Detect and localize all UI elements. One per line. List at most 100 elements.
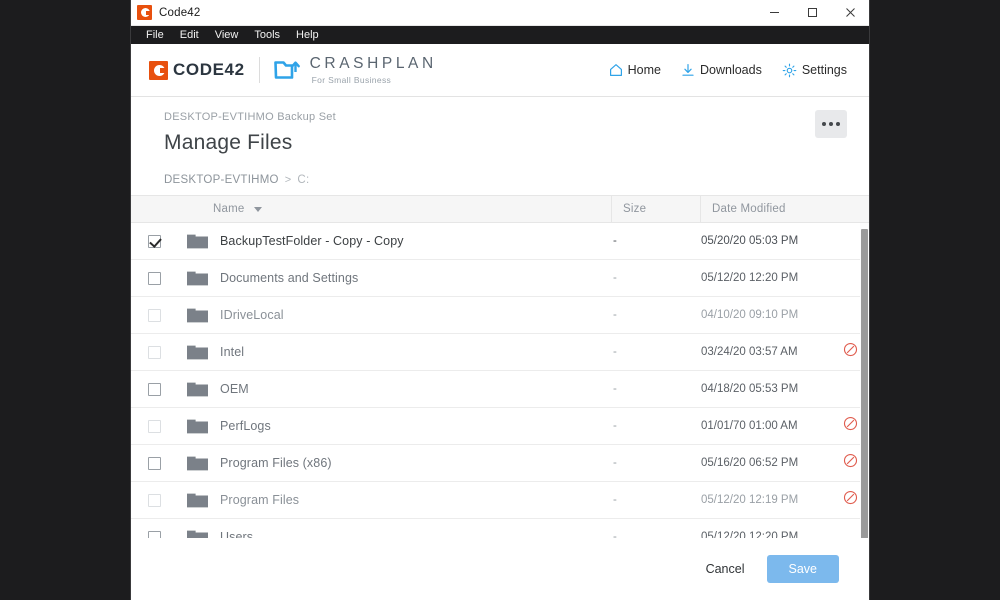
table-row[interactable]: Intel - 03/24/20 03:57 AM [131,334,869,371]
menu-item-tools[interactable]: Tools [247,27,287,43]
blocked-circle-icon [843,453,858,473]
nav-link-settings-label: Settings [801,63,847,77]
row-checkbox[interactable] [147,419,161,433]
caret-down-icon [254,206,263,212]
application-window: Code42 File Edit View Tools Help CODE42 [130,0,870,600]
row-date-cell: 01/01/70 01:00 AM [701,420,798,432]
save-button[interactable]: Save [766,555,839,583]
minimize-button[interactable] [755,0,793,26]
row-date-cell: 03/24/20 03:57 AM [701,346,798,358]
more-horizontal-icon [822,122,826,126]
row-name-label: Program Files [220,493,300,507]
row-checkbox[interactable] [147,308,161,322]
folder-icon [187,418,208,434]
table-header-row: Name Size Date Modified [131,195,869,223]
row-checkbox-cell [131,308,177,322]
column-header-name-label: Name [213,203,245,215]
row-size-cell: - [613,494,617,506]
row-name-cell[interactable]: Program Files (x86) [177,455,613,471]
row-name-cell[interactable]: IDriveLocal [177,307,613,323]
folder-icon [187,455,208,471]
row-name-cell[interactable]: Intel [177,344,613,360]
folder-icon [187,529,208,538]
brand-divider [258,57,260,83]
row-name-cell[interactable]: Program Files [177,492,613,508]
row-checkbox[interactable] [147,382,161,396]
row-date-cell: 05/20/20 05:03 PM [701,235,799,247]
nav-link-home[interactable]: Home [609,63,661,77]
row-date-cell: 05/12/20 12:20 PM [701,531,799,538]
row-date-cell: 04/18/20 05:53 PM [701,383,799,395]
window-controls [755,0,869,26]
maximize-button[interactable] [793,0,831,26]
blocked-circle-icon [843,342,858,362]
nav-link-downloads[interactable]: Downloads [681,63,762,77]
column-header-size-label: Size [623,203,647,215]
row-date-cell: 05/12/20 12:19 PM [701,494,799,506]
crashplan-logo: CRASHPLAN For Small Business [273,56,437,84]
row-checkbox[interactable] [147,493,161,507]
menu-item-view[interactable]: View [208,27,246,43]
column-header-date[interactable]: Date Modified [701,203,831,215]
row-checkbox-cell [131,456,177,470]
column-header-size[interactable]: Size [612,203,700,215]
table-row[interactable]: PerfLogs - 01/01/70 01:00 AM [131,408,869,445]
menu-item-edit[interactable]: Edit [173,27,206,43]
column-header-name[interactable]: Name [177,203,611,215]
more-options-button[interactable] [815,110,847,138]
row-name-cell[interactable]: PerfLogs [177,418,613,434]
row-name-cell[interactable]: Documents and Settings [177,270,613,286]
table-row[interactable]: OEM - 04/18/20 05:53 PM [131,371,869,408]
file-list: BackupTestFolder - Copy - Copy - 05/20/20 … [131,223,869,538]
row-checkbox[interactable] [147,234,161,248]
folder-icon [187,492,208,508]
row-checkbox[interactable] [147,345,161,359]
row-checkbox-cell [131,530,177,538]
vertical-scrollbar[interactable] [860,223,869,538]
page-header: DESKTOP-EVTIHMO Backup Set Manage Files … [131,97,869,186]
table-row[interactable]: Program Files - 05/12/20 12:19 PM [131,482,869,519]
code42-wordmark: CODE42 [173,60,245,79]
page-title: Manage Files [164,131,293,154]
row-name-label: Users [220,530,254,538]
row-name-label: PerfLogs [220,419,271,433]
table-row[interactable]: BackupTestFolder - Copy - Copy - 05/20/20 … [131,223,869,260]
row-date-cell: 05/12/20 12:20 PM [701,272,799,284]
more-horizontal-icon [829,122,833,126]
close-button[interactable] [831,0,869,26]
nav-link-settings[interactable]: Settings [782,63,847,78]
row-checkbox[interactable] [147,456,161,470]
row-size-cell: - [613,272,617,284]
row-size-cell: - [613,235,617,247]
row-checkbox-cell [131,234,177,248]
row-name-label: Intel [220,345,245,359]
row-name-cell[interactable]: OEM [177,381,613,397]
download-icon [681,63,695,77]
code42-logo: CODE42 [149,60,245,80]
table-row[interactable]: Users - 05/12/20 12:20 PM [131,519,869,538]
row-checkbox[interactable] [147,530,161,538]
menu-bar: File Edit View Tools Help [131,26,869,44]
table-row[interactable]: Program Files (x86) - 05/16/20 06:52 PM [131,445,869,482]
row-size-cell: - [613,309,617,321]
window-title: Code42 [159,6,201,19]
scrollbar-thumb[interactable] [861,229,868,538]
backup-set-label: DESKTOP-EVTIHMO Backup Set [164,111,336,123]
code42-mark-icon [149,60,168,80]
nav-link-downloads-label: Downloads [699,63,762,77]
menu-item-help[interactable]: Help [289,27,326,43]
table-row[interactable]: Documents and Settings - 05/12/20 12:20 PM [131,260,869,297]
file-table: Name Size Date Modified BackupTestFolder… [131,195,869,600]
row-checkbox[interactable] [147,271,161,285]
breadcrumb-current[interactable]: C: [297,174,309,186]
gear-icon [782,63,797,78]
cancel-button[interactable]: Cancel [706,562,745,576]
row-size-cell: - [613,531,617,538]
menu-item-file[interactable]: File [139,27,171,43]
row-name-cell[interactable]: BackupTestFolder - Copy - Copy [177,233,613,249]
row-date-cell: 05/16/20 06:52 PM [701,457,799,469]
table-row[interactable]: IDriveLocal - 04/10/20 09:10 PM [131,297,869,334]
breadcrumb-root[interactable]: DESKTOP-EVTIHMO [164,174,279,186]
row-checkbox-cell [131,382,177,396]
row-name-cell[interactable]: Users [177,529,613,538]
